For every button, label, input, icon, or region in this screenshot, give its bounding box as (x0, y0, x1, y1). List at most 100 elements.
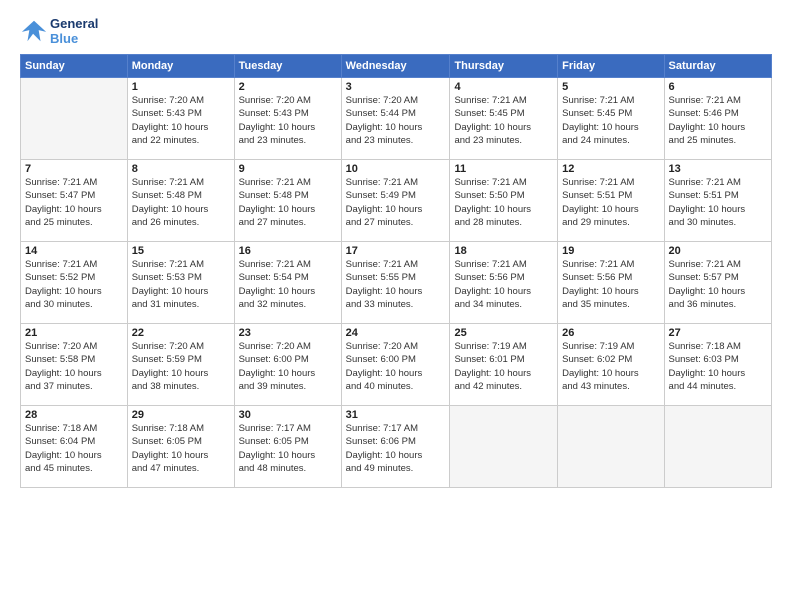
day-number: 21 (25, 327, 123, 339)
day-number: 30 (239, 409, 337, 421)
day-number: 13 (669, 163, 767, 175)
day-number: 17 (346, 245, 446, 257)
logo-text: General Blue (50, 16, 98, 46)
calendar-cell: 7Sunrise: 7:21 AM Sunset: 5:47 PM Daylig… (21, 160, 128, 242)
day-info: Sunrise: 7:17 AM Sunset: 6:05 PM Dayligh… (239, 422, 337, 475)
day-number: 5 (562, 81, 659, 93)
calendar-cell (450, 406, 558, 488)
day-number: 18 (454, 245, 553, 257)
calendar-cell: 14Sunrise: 7:21 AM Sunset: 5:52 PM Dayli… (21, 242, 128, 324)
calendar-cell: 3Sunrise: 7:20 AM Sunset: 5:44 PM Daylig… (341, 78, 450, 160)
calendar-cell: 22Sunrise: 7:20 AM Sunset: 5:59 PM Dayli… (127, 324, 234, 406)
day-number: 10 (346, 163, 446, 175)
calendar-cell: 28Sunrise: 7:18 AM Sunset: 6:04 PM Dayli… (21, 406, 128, 488)
day-header-sunday: Sunday (21, 55, 128, 78)
day-info: Sunrise: 7:21 AM Sunset: 5:48 PM Dayligh… (132, 176, 230, 229)
day-info: Sunrise: 7:21 AM Sunset: 5:57 PM Dayligh… (669, 258, 767, 311)
day-info: Sunrise: 7:18 AM Sunset: 6:05 PM Dayligh… (132, 422, 230, 475)
calendar-cell: 31Sunrise: 7:17 AM Sunset: 6:06 PM Dayli… (341, 406, 450, 488)
calendar-cell: 6Sunrise: 7:21 AM Sunset: 5:46 PM Daylig… (664, 78, 771, 160)
calendar-cell: 16Sunrise: 7:21 AM Sunset: 5:54 PM Dayli… (234, 242, 341, 324)
day-number: 1 (132, 81, 230, 93)
calendar-cell: 18Sunrise: 7:21 AM Sunset: 5:56 PM Dayli… (450, 242, 558, 324)
calendar-week-4: 21Sunrise: 7:20 AM Sunset: 5:58 PM Dayli… (21, 324, 772, 406)
day-info: Sunrise: 7:21 AM Sunset: 5:55 PM Dayligh… (346, 258, 446, 311)
day-header-tuesday: Tuesday (234, 55, 341, 78)
calendar-cell: 15Sunrise: 7:21 AM Sunset: 5:53 PM Dayli… (127, 242, 234, 324)
calendar-cell: 29Sunrise: 7:18 AM Sunset: 6:05 PM Dayli… (127, 406, 234, 488)
day-info: Sunrise: 7:21 AM Sunset: 5:47 PM Dayligh… (25, 176, 123, 229)
day-info: Sunrise: 7:21 AM Sunset: 5:52 PM Dayligh… (25, 258, 123, 311)
day-number: 31 (346, 409, 446, 421)
day-header-thursday: Thursday (450, 55, 558, 78)
day-info: Sunrise: 7:21 AM Sunset: 5:53 PM Dayligh… (132, 258, 230, 311)
header-row: SundayMondayTuesdayWednesdayThursdayFrid… (21, 55, 772, 78)
day-number: 25 (454, 327, 553, 339)
calendar-cell: 13Sunrise: 7:21 AM Sunset: 5:51 PM Dayli… (664, 160, 771, 242)
calendar-cell: 20Sunrise: 7:21 AM Sunset: 5:57 PM Dayli… (664, 242, 771, 324)
day-info: Sunrise: 7:20 AM Sunset: 6:00 PM Dayligh… (346, 340, 446, 393)
day-number: 4 (454, 81, 553, 93)
day-number: 22 (132, 327, 230, 339)
day-info: Sunrise: 7:20 AM Sunset: 5:44 PM Dayligh… (346, 94, 446, 147)
day-info: Sunrise: 7:20 AM Sunset: 5:58 PM Dayligh… (25, 340, 123, 393)
calendar-cell: 2Sunrise: 7:20 AM Sunset: 5:43 PM Daylig… (234, 78, 341, 160)
header: General Blue (20, 16, 772, 46)
day-info: Sunrise: 7:19 AM Sunset: 6:02 PM Dayligh… (562, 340, 659, 393)
calendar-week-1: 1Sunrise: 7:20 AM Sunset: 5:43 PM Daylig… (21, 78, 772, 160)
day-number: 8 (132, 163, 230, 175)
calendar-cell (558, 406, 664, 488)
day-info: Sunrise: 7:20 AM Sunset: 5:43 PM Dayligh… (239, 94, 337, 147)
day-number: 20 (669, 245, 767, 257)
day-number: 29 (132, 409, 230, 421)
day-number: 15 (132, 245, 230, 257)
day-number: 16 (239, 245, 337, 257)
calendar-cell: 19Sunrise: 7:21 AM Sunset: 5:56 PM Dayli… (558, 242, 664, 324)
calendar-cell (21, 78, 128, 160)
day-header-wednesday: Wednesday (341, 55, 450, 78)
day-number: 7 (25, 163, 123, 175)
day-info: Sunrise: 7:18 AM Sunset: 6:03 PM Dayligh… (669, 340, 767, 393)
calendar-cell (664, 406, 771, 488)
day-info: Sunrise: 7:21 AM Sunset: 5:50 PM Dayligh… (454, 176, 553, 229)
calendar-cell: 10Sunrise: 7:21 AM Sunset: 5:49 PM Dayli… (341, 160, 450, 242)
calendar-cell: 30Sunrise: 7:17 AM Sunset: 6:05 PM Dayli… (234, 406, 341, 488)
day-info: Sunrise: 7:17 AM Sunset: 6:06 PM Dayligh… (346, 422, 446, 475)
calendar-cell: 9Sunrise: 7:21 AM Sunset: 5:48 PM Daylig… (234, 160, 341, 242)
calendar-cell: 8Sunrise: 7:21 AM Sunset: 5:48 PM Daylig… (127, 160, 234, 242)
day-info: Sunrise: 7:21 AM Sunset: 5:45 PM Dayligh… (454, 94, 553, 147)
day-number: 14 (25, 245, 123, 257)
day-header-saturday: Saturday (664, 55, 771, 78)
day-info: Sunrise: 7:20 AM Sunset: 5:43 PM Dayligh… (132, 94, 230, 147)
day-header-monday: Monday (127, 55, 234, 78)
calendar-week-2: 7Sunrise: 7:21 AM Sunset: 5:47 PM Daylig… (21, 160, 772, 242)
calendar-cell: 26Sunrise: 7:19 AM Sunset: 6:02 PM Dayli… (558, 324, 664, 406)
day-info: Sunrise: 7:18 AM Sunset: 6:04 PM Dayligh… (25, 422, 123, 475)
day-info: Sunrise: 7:21 AM Sunset: 5:49 PM Dayligh… (346, 176, 446, 229)
day-info: Sunrise: 7:21 AM Sunset: 5:48 PM Dayligh… (239, 176, 337, 229)
day-info: Sunrise: 7:21 AM Sunset: 5:51 PM Dayligh… (562, 176, 659, 229)
calendar-cell: 25Sunrise: 7:19 AM Sunset: 6:01 PM Dayli… (450, 324, 558, 406)
day-header-friday: Friday (558, 55, 664, 78)
day-info: Sunrise: 7:21 AM Sunset: 5:51 PM Dayligh… (669, 176, 767, 229)
calendar-cell: 17Sunrise: 7:21 AM Sunset: 5:55 PM Dayli… (341, 242, 450, 324)
day-number: 12 (562, 163, 659, 175)
day-info: Sunrise: 7:19 AM Sunset: 6:01 PM Dayligh… (454, 340, 553, 393)
day-number: 11 (454, 163, 553, 175)
calendar-table: SundayMondayTuesdayWednesdayThursdayFrid… (20, 54, 772, 488)
calendar-cell: 27Sunrise: 7:18 AM Sunset: 6:03 PM Dayli… (664, 324, 771, 406)
calendar-body: 1Sunrise: 7:20 AM Sunset: 5:43 PM Daylig… (21, 78, 772, 488)
logo-icon (20, 17, 48, 45)
day-info: Sunrise: 7:21 AM Sunset: 5:56 PM Dayligh… (454, 258, 553, 311)
day-number: 6 (669, 81, 767, 93)
calendar-cell: 12Sunrise: 7:21 AM Sunset: 5:51 PM Dayli… (558, 160, 664, 242)
day-number: 24 (346, 327, 446, 339)
calendar-cell: 11Sunrise: 7:21 AM Sunset: 5:50 PM Dayli… (450, 160, 558, 242)
day-number: 23 (239, 327, 337, 339)
calendar-cell: 21Sunrise: 7:20 AM Sunset: 5:58 PM Dayli… (21, 324, 128, 406)
calendar-cell: 1Sunrise: 7:20 AM Sunset: 5:43 PM Daylig… (127, 78, 234, 160)
day-number: 2 (239, 81, 337, 93)
logo: General Blue (20, 16, 98, 46)
page: General Blue SundayMondayTuesdayWednesda… (0, 0, 792, 612)
day-number: 26 (562, 327, 659, 339)
